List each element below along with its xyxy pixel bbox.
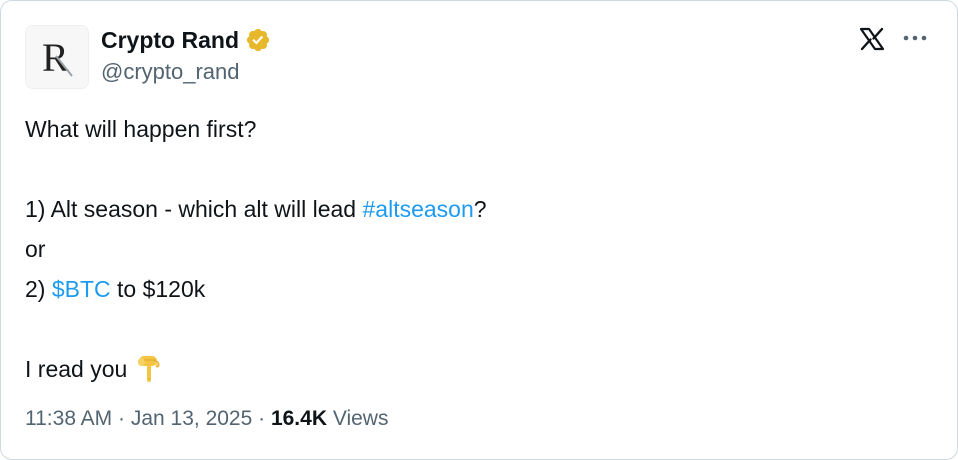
tweet-line: I read you: [25, 349, 925, 389]
tweet-card[interactable]: R Crypto Rand @crypto_rand What will hap…: [0, 0, 958, 460]
more-options-icon[interactable]: [901, 31, 929, 45]
author-display-name[interactable]: Crypto Rand: [101, 25, 239, 55]
author-handle[interactable]: @crypto_rand: [101, 57, 240, 87]
tweet-text: What will happen first? 1) Alt season - …: [25, 109, 925, 389]
tweet-time-link[interactable]: 11:38 AM: [25, 407, 112, 430]
tweet-line: or: [25, 236, 46, 262]
avatar[interactable]: R: [25, 25, 89, 89]
avatar-logo-icon: R: [26, 26, 88, 88]
tweet-text-segment: ?: [473, 196, 487, 222]
author-name-row: Crypto Rand: [101, 25, 271, 55]
tweet-meta: 11:38 AM · Jan 13, 2025 · 16.4K Views: [25, 405, 388, 433]
tweet-text-segment: 2): [25, 276, 52, 302]
meta-separator: ·: [252, 407, 271, 430]
x-logo-icon[interactable]: [859, 27, 885, 51]
tweet-text-segment: 1) Alt season - which alt will lead: [25, 196, 363, 222]
pointing-down-emoji-icon: [135, 353, 163, 383]
views-label: Views: [327, 407, 389, 430]
views-count[interactable]: 16.4K: [271, 407, 327, 430]
tweet-line: What will happen first?: [25, 116, 257, 142]
tweet-line: 2) $BTC to $120k: [25, 269, 925, 309]
meta-separator: ·: [112, 407, 131, 430]
verified-badge-icon[interactable]: [245, 27, 271, 53]
tweet-text-segment: to $120k: [110, 276, 206, 302]
tweet-date-link[interactable]: Jan 13, 2025: [131, 407, 252, 430]
avatar-letter: R: [42, 35, 69, 80]
hashtag-link[interactable]: #altseason: [363, 196, 474, 222]
tweet-text-segment: I read you: [25, 356, 128, 382]
cashtag-link[interactable]: $BTC: [52, 276, 111, 302]
tweet-line: 1) Alt season - which alt will lead #alt…: [25, 189, 925, 229]
